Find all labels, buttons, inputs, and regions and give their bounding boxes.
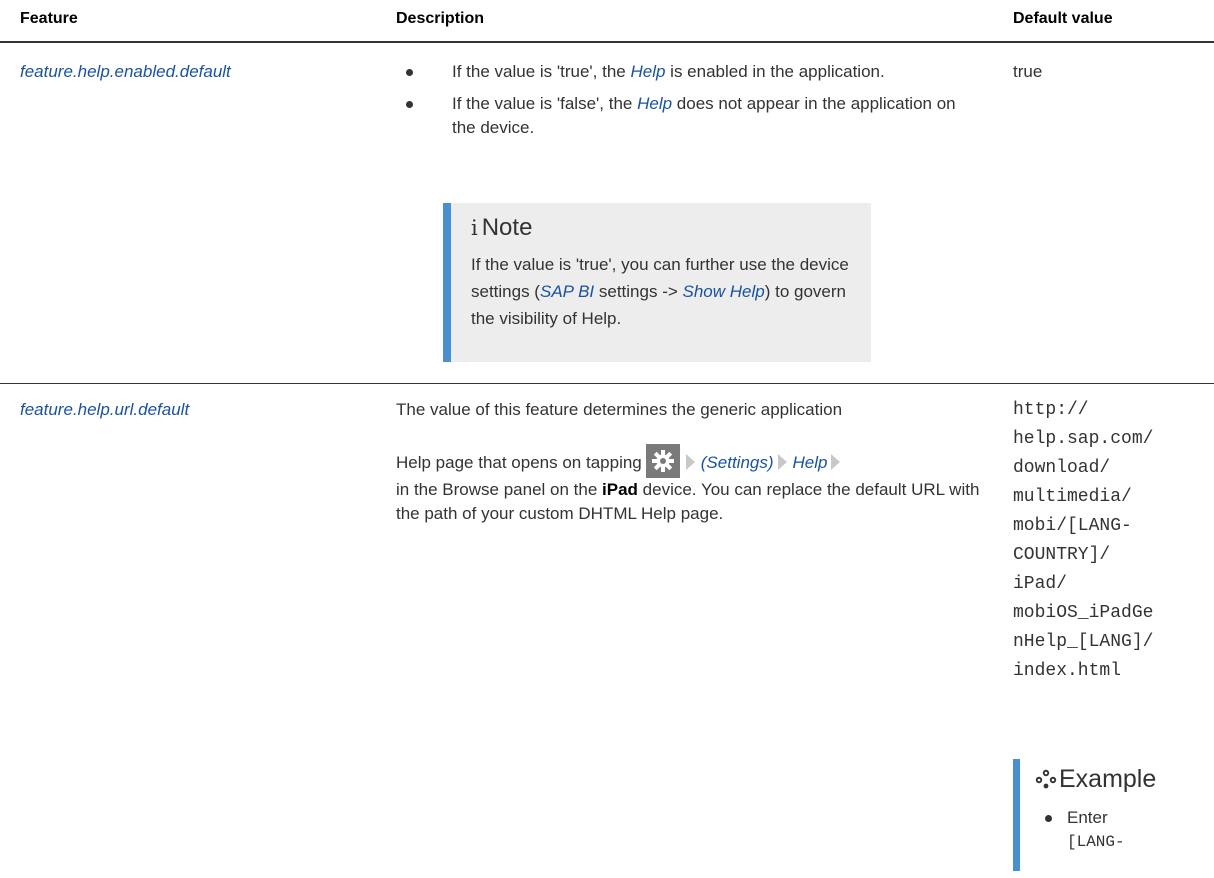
gear-icon	[645, 444, 680, 478]
chevron-right-icon	[777, 454, 787, 470]
list-item: Enter [LANG-	[1035, 806, 1214, 854]
note-text: If the value is 'true', you can further …	[471, 255, 849, 328]
url-line: mobiOS_iPadGe	[1013, 603, 1154, 623]
url-line: index.html	[1013, 661, 1122, 681]
feature-name: feature.help.enabled.default	[20, 62, 231, 81]
bullet-list: If the value is 'true', the Help is enab…	[396, 60, 976, 140]
show-help-link[interactable]: Show Help	[683, 282, 765, 301]
help-link[interactable]: Help	[793, 453, 828, 472]
url-line: download/	[1013, 458, 1111, 478]
default-url: http:// help.sap.com/ download/ multimed…	[1013, 398, 1153, 684]
example-icon	[1035, 769, 1057, 789]
url-line: iPad/	[1013, 574, 1068, 594]
description-line: The value of this feature determines the…	[396, 400, 843, 419]
list-item: If the value is 'true', the Help is enab…	[396, 60, 976, 84]
url-line: help.sap.com/	[1013, 429, 1154, 449]
row-divider	[0, 383, 1214, 384]
url-line: http://	[1013, 400, 1089, 420]
example-list: Enter [LANG-	[1035, 806, 1214, 854]
url-line: COUNTRY]/	[1013, 545, 1111, 565]
device-name: iPad	[602, 480, 638, 499]
header-rule	[0, 41, 1214, 43]
note-title: i Note	[471, 214, 533, 241]
feature-name: feature.help.url.default	[20, 400, 190, 419]
header-feature: Feature	[20, 10, 78, 27]
example-title: Example	[1035, 764, 1214, 794]
help-link[interactable]: Help	[637, 94, 672, 113]
description-cell: If the value is 'true', the Help is enab…	[396, 60, 976, 140]
chevron-right-icon	[685, 454, 695, 470]
url-line: mobi/[LANG-	[1013, 516, 1132, 536]
info-icon: i	[471, 216, 478, 240]
help-link[interactable]: Help	[630, 62, 665, 81]
description-cell: The value of this feature determines the…	[396, 398, 996, 526]
url-line: multimedia/	[1013, 487, 1132, 507]
header-default-value: Default value	[1013, 10, 1113, 27]
sap-bi-link[interactable]: SAP BI	[540, 282, 594, 301]
default-value: true	[1013, 62, 1043, 81]
example-box: Example Enter [LANG-	[1013, 759, 1214, 871]
url-line: nHelp_[LANG]/	[1013, 632, 1154, 652]
note-box: i Note If the value is 'true', you can fu…	[443, 203, 871, 362]
settings-link[interactable]: (Settings)	[701, 453, 774, 472]
list-item: If the value is 'false', the Help does n…	[396, 92, 976, 140]
header-description: Description	[396, 10, 485, 27]
chevron-right-icon	[831, 454, 841, 470]
